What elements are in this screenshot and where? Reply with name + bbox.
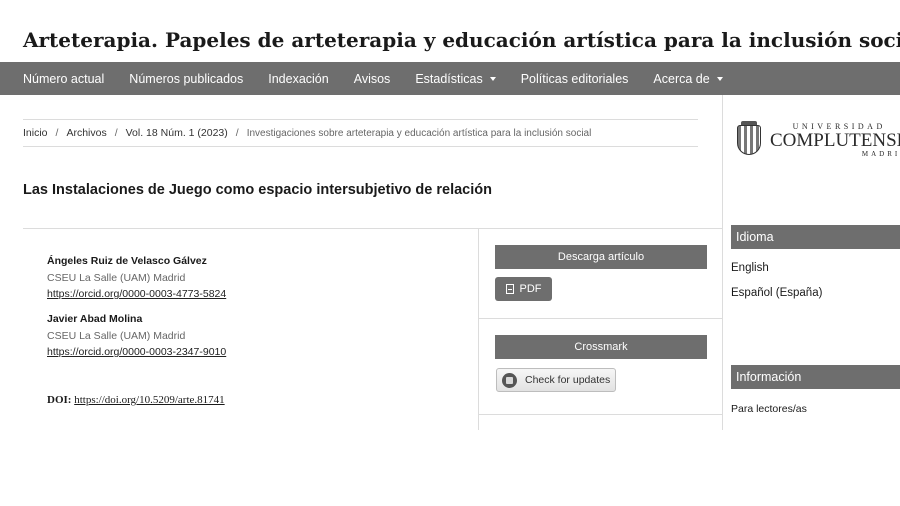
content-divider (23, 228, 722, 229)
crossmark-header: Crossmark (495, 335, 707, 359)
author-entry: Ángeles Ruiz de Velasco Gálvez CSEU La S… (47, 253, 226, 303)
breadcrumb-separator: / (235, 127, 239, 139)
nav-item-label: Avisos (353, 71, 391, 86)
crossmark-icon (502, 372, 517, 388)
check-for-updates-button[interactable]: Check for updates (496, 368, 616, 392)
breadcrumb-separator: / (114, 127, 118, 139)
content-divider (722, 95, 723, 430)
content-divider (479, 414, 722, 415)
university-logo[interactable]: UNIVERSIDAD COMPLUTENSE MADRID (732, 118, 900, 162)
nav-item-numero-actual[interactable]: Número actual (23, 72, 104, 86)
nav-item-label: Estadísticas (415, 71, 483, 86)
author-orcid-link[interactable]: https://orcid.org/0000-0003-2347-9010 (47, 344, 226, 361)
chevron-down-icon (716, 76, 723, 81)
pdf-download-button[interactable]: PDF (495, 277, 552, 301)
doi-label: DOI: (47, 394, 72, 406)
check-for-updates-label: Check for updates (525, 374, 611, 386)
crest-icon (732, 121, 766, 159)
logo-bottom-text: MADRID (861, 150, 900, 158)
doi: DOI: https://doi.org/10.5209/arte.81741 (47, 394, 225, 406)
nav-item-label: Número actual (23, 71, 105, 86)
breadcrumb-archives[interactable]: Archivos (66, 127, 106, 139)
nav-item-label: Políticas editoriales (520, 71, 629, 86)
nav-item-politicas[interactable]: Políticas editoriales (521, 72, 629, 86)
nav-item-estadisticas[interactable]: Estadísticas (415, 71, 496, 86)
nav-item-acerca-de[interactable]: Acerca de (653, 71, 723, 86)
download-header: Descarga artículo (495, 245, 707, 269)
article-title: Las Instalaciones de Juego como espacio … (23, 182, 492, 198)
breadcrumb: Inicio / Archivos / Vol. 18 Núm. 1 (2023… (23, 119, 698, 147)
nav-item-indexacion[interactable]: Indexación (268, 72, 328, 86)
breadcrumb-current: Investigaciones sobre arteterapia y educ… (246, 127, 592, 139)
nav-item-avisos[interactable]: Avisos (354, 72, 391, 86)
file-pdf-icon (505, 284, 514, 294)
info-link-readers[interactable]: Para lectores/as (731, 403, 807, 415)
site-title[interactable]: Arteterapia. Papeles de arteterapia y ed… (23, 28, 900, 52)
info-header: Información (731, 365, 900, 389)
chevron-down-icon (489, 76, 496, 81)
breadcrumb-separator: / (55, 127, 59, 139)
nav-item-numeros-publicados[interactable]: Números publicados (129, 72, 243, 86)
content-divider (478, 228, 479, 430)
logo-middle-text: COMPLUTENSE (770, 130, 900, 151)
language-header: Idioma (731, 225, 900, 249)
main-navbar: Número actual Números publicados Indexac… (0, 62, 900, 95)
content-divider (479, 318, 722, 319)
language-option-spanish[interactable]: Español (España) (731, 287, 822, 299)
doi-link[interactable]: https://doi.org/10.5209/arte.81741 (74, 394, 224, 406)
author-entry: Javier Abad Molina CSEU La Salle (UAM) M… (47, 311, 226, 361)
breadcrumb-home[interactable]: Inicio (23, 127, 48, 139)
nav-item-label: Números publicados (129, 71, 244, 86)
breadcrumb-issue[interactable]: Vol. 18 Núm. 1 (2023) (126, 127, 228, 139)
nav-item-label: Acerca de (653, 71, 710, 86)
author-orcid-link[interactable]: https://orcid.org/0000-0003-4773-5824 (47, 286, 226, 303)
author-name: Javier Abad Molina (47, 313, 143, 325)
author-name: Ángeles Ruiz de Velasco Gálvez (47, 255, 207, 267)
pdf-label: PDF (519, 283, 542, 295)
author-affiliation: CSEU La Salle (UAM) Madrid (47, 329, 186, 342)
language-option-english[interactable]: English (731, 262, 769, 274)
nav-item-label: Indexación (268, 71, 329, 86)
author-affiliation: CSEU La Salle (UAM) Madrid (47, 271, 186, 284)
